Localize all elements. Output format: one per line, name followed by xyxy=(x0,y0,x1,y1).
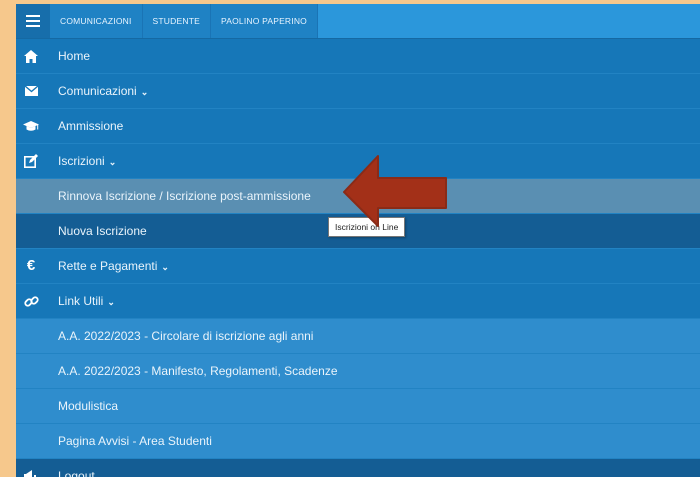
menu-label-circolare: A.A. 2022/2023 - Circolare di iscrizione… xyxy=(58,329,314,343)
tab-user-name[interactable]: PAOLINO PAPERINO xyxy=(210,4,318,38)
menu-label-rinnova: Rinnova Iscrizione / Iscrizione post-amm… xyxy=(58,189,311,203)
annotation-arrow xyxy=(343,155,447,227)
tab-comunicazioni[interactable]: COMUNICAZIONI xyxy=(50,4,143,38)
chevron-down-icon: ⌄ xyxy=(140,87,149,97)
menu-item-comunicazioni[interactable]: Comunicazioni ⌄ xyxy=(16,74,700,109)
graduation-cap-icon xyxy=(16,109,46,143)
menu-label-iscrizioni: Iscrizioni xyxy=(58,154,105,168)
menu-item-modulistica[interactable]: Modulistica xyxy=(16,389,700,424)
app-panel: COMUNICAZIONI STUDENTE PAOLINO PAPERINO … xyxy=(16,4,700,477)
menu-label-link-utili: Link Utili xyxy=(58,294,104,308)
menu-item-link-utili[interactable]: Link Utili ⌄ xyxy=(16,284,700,319)
chevron-down-icon: ⌄ xyxy=(108,157,117,167)
menu-item-manifesto[interactable]: A.A. 2022/2023 - Manifesto, Regolamenti,… xyxy=(16,354,700,389)
top-bar: COMUNICAZIONI STUDENTE PAOLINO PAPERINO xyxy=(16,4,700,39)
link-icon xyxy=(16,284,46,318)
menu-label-modulistica: Modulistica xyxy=(58,399,119,413)
menu-label-logout: Logout xyxy=(58,469,95,477)
side-menu: Home Comunicazioni ⌄ Ammissione Iscrizio… xyxy=(16,39,700,477)
euro-icon: € xyxy=(26,257,36,274)
menu-label-nuova: Nuova Iscrizione xyxy=(58,224,147,238)
menu-item-home[interactable]: Home xyxy=(16,39,700,74)
menu-item-circolare[interactable]: A.A. 2022/2023 - Circolare di iscrizione… xyxy=(16,319,700,354)
menu-item-ammissione[interactable]: Ammissione xyxy=(16,109,700,144)
envelope-icon xyxy=(16,74,46,108)
menu-item-pagina-avvisi[interactable]: Pagina Avvisi - Area Studenti xyxy=(16,424,700,459)
home-icon xyxy=(16,39,46,73)
menu-item-logout[interactable]: Logout xyxy=(16,459,700,477)
megaphone-icon xyxy=(16,459,46,477)
menu-item-rette-pagamenti[interactable]: € Rette e Pagamenti ⌄ xyxy=(16,249,700,284)
menu-label-ammissione: Ammissione xyxy=(58,119,124,133)
menu-label-home: Home xyxy=(58,49,91,63)
hamburger-icon[interactable] xyxy=(16,4,50,38)
top-tabs: COMUNICAZIONI STUDENTE PAOLINO PAPERINO xyxy=(50,4,318,38)
menu-label-comunicazioni: Comunicazioni xyxy=(58,84,137,98)
chevron-down-icon: ⌄ xyxy=(107,297,115,307)
menu-label-avvisi: Pagina Avvisi - Area Studenti xyxy=(58,434,212,448)
edit-icon xyxy=(16,144,46,178)
menu-label-rette: Rette e Pagamenti xyxy=(58,259,158,273)
menu-label-manifesto: A.A. 2022/2023 - Manifesto, Regolamenti,… xyxy=(58,364,338,378)
chevron-down-icon: ⌄ xyxy=(161,262,169,272)
tab-studente[interactable]: STUDENTE xyxy=(142,4,211,38)
